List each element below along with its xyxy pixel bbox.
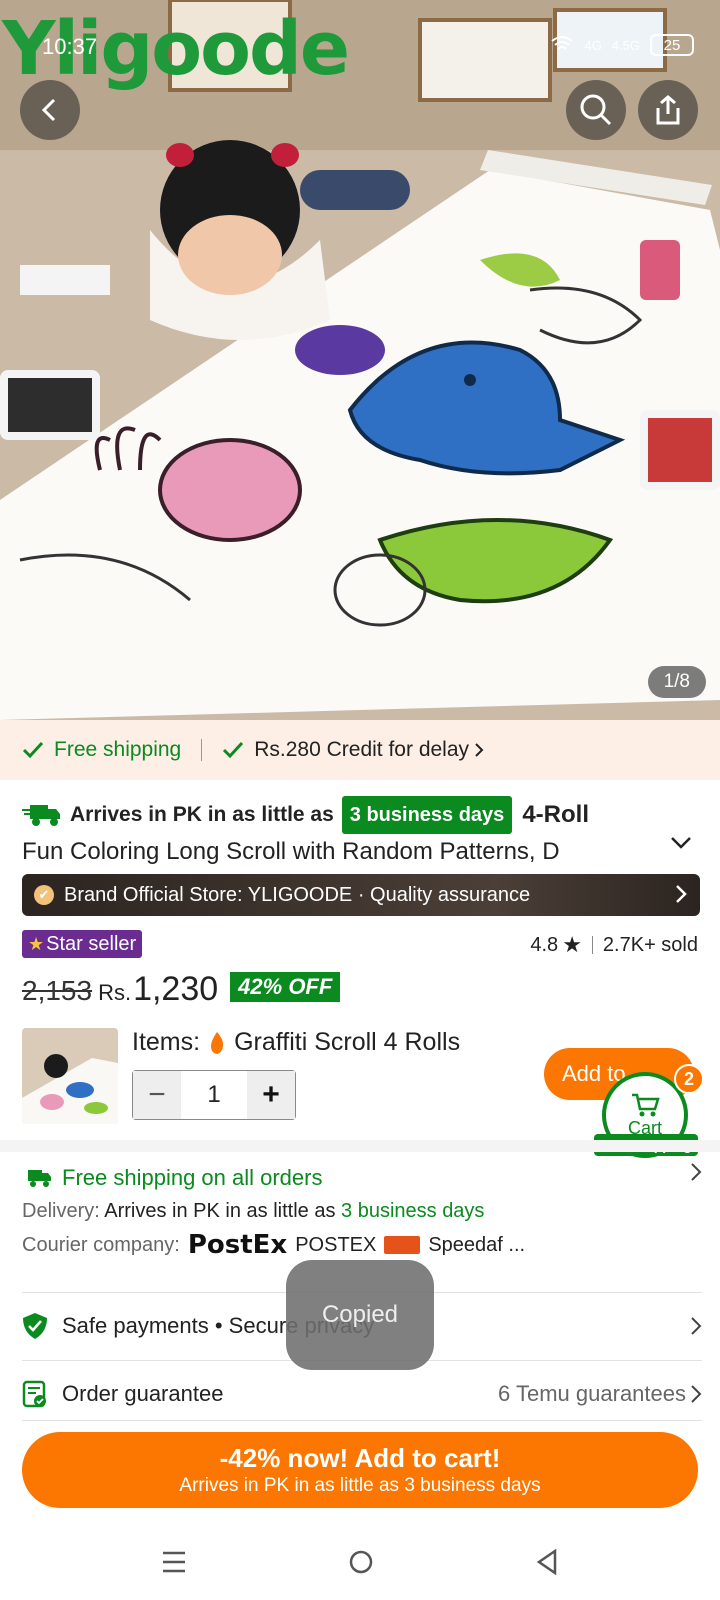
guarantee-count: 6 Temu guarantees (498, 1381, 686, 1406)
quantity-stepper: − 1 + (132, 1070, 296, 1120)
row-divider (22, 1420, 702, 1421)
wifi-icon (550, 35, 574, 56)
copied-toast: Copied (286, 1260, 434, 1370)
thumbnail-image (22, 1028, 118, 1124)
cart-count-badge: 2 (674, 1064, 704, 1094)
chevron-right-icon (691, 1163, 702, 1181)
price-row: 2,153 Rs. 1,230 42% OFF (22, 970, 341, 1009)
guarantee-doc-icon (22, 1380, 46, 1408)
shield-check-icon (23, 1313, 47, 1339)
variant-selector[interactable]: Items: Graffiti Scroll 4 Rolls (132, 1028, 460, 1057)
status-bar: 10:37 4G 4.5G 25 (0, 30, 720, 64)
shipping-banner[interactable]: Free shipping Rs.280 Credit for delay (0, 720, 720, 780)
guarantee-summary: 6 Temu guarantees (498, 1381, 702, 1407)
search-icon (580, 94, 612, 126)
chevron-right-icon (676, 885, 687, 903)
free-shipping-label: Free shipping (54, 738, 182, 761)
business-days-badge: 3 business days (341, 796, 513, 834)
postex-logo: PostEx (187, 1230, 288, 1260)
back-arrow-icon (41, 98, 56, 122)
shipping-info-section[interactable]: Free shipping on all orders Delivery: Ar… (22, 1160, 702, 1260)
delay-credit-label: Rs.280 Credit for delay (254, 738, 470, 761)
free-shipping-all-orders: Free shipping on all orders (22, 1160, 702, 1196)
bottom-add-to-cart-button[interactable]: -42% now! Add to cart! Arrives in PK in … (22, 1432, 698, 1508)
store-label: Brand Official Store: YLIGOODE · Quality… (64, 883, 531, 906)
delivery-truck-icon (28, 1170, 51, 1187)
system-back-button[interactable] (535, 1548, 559, 1580)
increase-quantity-button[interactable]: + (247, 1071, 295, 1119)
order-guarantee-label: Order guarantee (62, 1381, 224, 1406)
order-guarantee-row[interactable]: Order guarantee 6 Temu guarantees (22, 1362, 702, 1426)
title-line-2: Fun Coloring Long Scroll with Random Pat… (22, 834, 642, 870)
back-triangle-icon (537, 1548, 557, 1575)
postex-name: POSTEX (295, 1233, 377, 1256)
free-shipping-all-label: Free shipping on all orders (62, 1165, 323, 1190)
items-label: Items: (132, 1028, 201, 1056)
discount-badge: 42% OFF (230, 971, 341, 1002)
recent-apps-button[interactable] (161, 1550, 187, 1579)
check-icon (22, 741, 44, 759)
star-icon: ★ (562, 932, 582, 957)
rating-divider (591, 936, 593, 954)
courier-label: Courier company: (22, 1233, 180, 1256)
delivery-text: Arrives in PK in as little as (104, 1200, 336, 1222)
safe-payments-chevron (690, 1316, 702, 1336)
star-seller-label: Star seller (46, 932, 137, 955)
product-image-carousel[interactable]: Yligoode 10:37 4G 4.5G 25 1/8 (0, 0, 720, 720)
product-title[interactable]: Arrives in PK in as little as 3 business… (22, 796, 702, 870)
share-button[interactable] (638, 80, 698, 140)
delivery-label: Delivery: (22, 1200, 100, 1222)
courier-info: Courier company: PostEx POSTEX Speedaf .… (22, 1230, 702, 1260)
rating-value: 4.8 (530, 933, 559, 956)
currency-symbol: Rs. (98, 980, 132, 1005)
speedaf-logo-icon (384, 1236, 421, 1254)
battery-icon: 25 (650, 34, 694, 56)
chevron-right-icon (691, 1317, 702, 1335)
image-counter: 1/8 (647, 666, 706, 698)
quantity-value[interactable]: 1 (181, 1081, 247, 1109)
star-sparkle-icon: ★ (28, 933, 45, 954)
chevron-right-icon (691, 1385, 702, 1403)
chevron-down-icon[interactable] (670, 836, 692, 850)
delivery-days: 3 business days (341, 1200, 485, 1222)
decrease-quantity-button[interactable]: − (133, 1071, 181, 1119)
status-time: 10:37 (42, 34, 98, 59)
banner-divider (201, 739, 203, 761)
status-icons: 4G 4.5G 25 (550, 34, 694, 56)
check-icon (223, 741, 244, 759)
back-button[interactable] (20, 80, 80, 140)
fire-icon (211, 1031, 224, 1054)
share-icon (656, 95, 680, 125)
delivery-info: Delivery: Arrives in PK in as little as … (22, 1200, 702, 1230)
chevron-right-icon (475, 743, 484, 757)
signal-icon-4g: 4G (584, 37, 602, 53)
cta-line-2: Arrives in PK in as little as 3 business… (179, 1475, 541, 1496)
section-divider (0, 1140, 720, 1152)
home-button[interactable] (348, 1549, 374, 1580)
sold-count: 2.7K+ sold (602, 933, 698, 956)
official-badge-icon: ✔ (34, 885, 54, 905)
brand-store-bar[interactable]: ✔ Brand Official Store: YLIGOODE · Quali… (22, 874, 700, 916)
speedaf-name: Speedaf ... (428, 1233, 526, 1256)
original-price: 2,153 (22, 975, 93, 1006)
menu-icon (162, 1551, 185, 1572)
search-button[interactable] (566, 80, 626, 140)
arrive-prefix: Arrives in PK in as little as (70, 803, 334, 826)
current-price: 1,230 (133, 970, 219, 1008)
star-seller-badge: ★ Star seller (22, 930, 143, 958)
delivery-truck-icon (22, 805, 60, 826)
variant-thumbnail[interactable] (22, 1028, 118, 1124)
cta-line-1: -42% now! Add to cart! (219, 1443, 501, 1473)
system-navigation-bar (0, 1528, 720, 1600)
title-start: 4-Roll (522, 801, 589, 828)
rating-summary[interactable]: 4.8 ★ 2.7K+ sold (530, 932, 698, 958)
item-selector: Items: Graffiti Scroll 4 Rolls − 1 + Add… (22, 1028, 702, 1126)
signal-icon-45g: 4.5G (611, 37, 640, 53)
variant-name: Graffiti Scroll 4 Rolls (234, 1028, 461, 1056)
home-circle-icon (349, 1550, 373, 1573)
cart-icon (632, 1093, 660, 1116)
